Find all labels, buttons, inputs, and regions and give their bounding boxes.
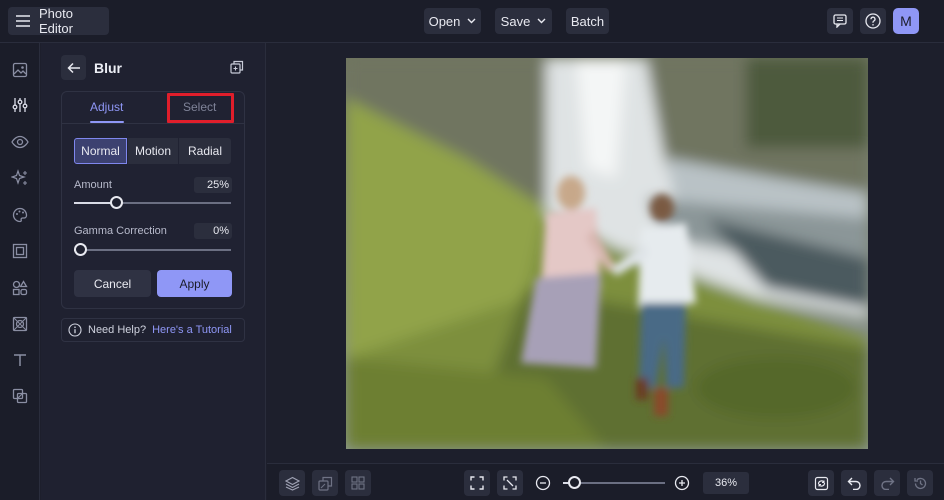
history-button[interactable] [907, 470, 933, 496]
fit-to-screen-button[interactable] [464, 470, 490, 496]
save-button[interactable]: Save [495, 8, 552, 34]
active-tab-indicator [90, 121, 124, 123]
tabs-divider [62, 123, 244, 124]
amount-slider-handle[interactable] [110, 196, 123, 209]
text-icon[interactable] [0, 348, 40, 372]
replace-image-button[interactable] [312, 470, 338, 496]
sparkle-icon[interactable] [0, 166, 40, 190]
frame-icon[interactable] [0, 239, 40, 263]
expand-corners-icon [470, 476, 484, 490]
help-button[interactable] [860, 8, 886, 34]
palette-icon[interactable] [0, 203, 40, 227]
open-button[interactable]: Open [424, 8, 481, 34]
batch-button[interactable]: Batch [566, 8, 609, 34]
info-circle-icon [68, 323, 82, 337]
apply-button[interactable]: Apply [157, 270, 232, 297]
chevron-down-icon [467, 18, 476, 24]
redo-button[interactable] [874, 470, 900, 496]
gamma-slider-handle[interactable] [74, 243, 87, 256]
gamma-label: Gamma Correction [74, 225, 167, 237]
photo-canvas[interactable] [346, 58, 868, 449]
mode-motion-button[interactable]: Motion [128, 138, 178, 164]
zoom-slider-handle[interactable] [568, 476, 581, 489]
batch-label: Batch [570, 13, 605, 29]
minus-circle-icon [535, 475, 551, 491]
question-circle-icon [865, 13, 881, 29]
history-icon [913, 476, 928, 491]
feedback-icon [833, 14, 847, 28]
back-button[interactable] [61, 55, 86, 80]
amount-label: Amount [74, 179, 112, 191]
zoom-out-button[interactable] [530, 470, 556, 496]
tutorial-link[interactable]: Here's a Tutorial [152, 324, 232, 336]
duplicate-panel-icon[interactable] [230, 60, 244, 74]
gamma-value[interactable]: 0% [194, 223, 232, 239]
amount-value[interactable]: 25% [194, 177, 232, 193]
plus-circle-icon [674, 475, 690, 491]
hamburger-menu-icon [15, 14, 31, 28]
user-avatar[interactable]: M [893, 8, 919, 34]
actual-size-button[interactable] [497, 470, 523, 496]
shapes-icon[interactable] [0, 276, 40, 300]
eye-icon[interactable] [0, 130, 40, 154]
tab-adjust[interactable]: Adjust [90, 100, 123, 114]
chevron-down-icon [537, 18, 546, 24]
gamma-slider[interactable] [74, 243, 231, 257]
select-tab-highlight [167, 93, 234, 123]
layers-icon [284, 476, 300, 491]
redo-icon [880, 477, 895, 490]
help-text: Need Help? [88, 324, 147, 336]
arrow-left-icon [66, 62, 81, 74]
blurred-photo-image [346, 58, 868, 449]
grid-view-button[interactable] [345, 470, 371, 496]
layers-button[interactable] [279, 470, 305, 496]
mode-radial-button[interactable]: Radial [179, 138, 231, 164]
panel-title: Blur [94, 60, 122, 76]
zoom-percent[interactable]: 36% [703, 472, 749, 494]
grid-icon [351, 476, 365, 490]
undo-icon [847, 477, 862, 490]
mode-normal-button[interactable]: Normal [74, 138, 127, 164]
collapse-arrows-icon [503, 476, 517, 490]
app-title: Photo Editor [39, 6, 73, 36]
zoom-slider[interactable] [563, 476, 665, 490]
rotate-icon [814, 476, 829, 491]
save-label: Save [500, 13, 531, 29]
app-menu-button[interactable]: Photo Editor [8, 6, 109, 36]
overlay-icon[interactable] [0, 384, 40, 408]
reset-button[interactable] [808, 470, 834, 496]
gamma-track [74, 249, 231, 251]
replace-image-icon [317, 476, 333, 491]
amount-slider[interactable] [74, 196, 231, 210]
help-box: Need Help? Here's a Tutorial [61, 318, 245, 342]
feedback-button[interactable] [827, 8, 853, 34]
open-label: Open [428, 13, 461, 29]
cancel-button[interactable]: Cancel [74, 270, 151, 297]
zoom-in-button[interactable] [669, 470, 695, 496]
image-icon[interactable] [0, 58, 40, 82]
texture-icon[interactable] [0, 312, 40, 336]
undo-button[interactable] [841, 470, 867, 496]
adjust-sliders-icon[interactable] [0, 93, 40, 117]
